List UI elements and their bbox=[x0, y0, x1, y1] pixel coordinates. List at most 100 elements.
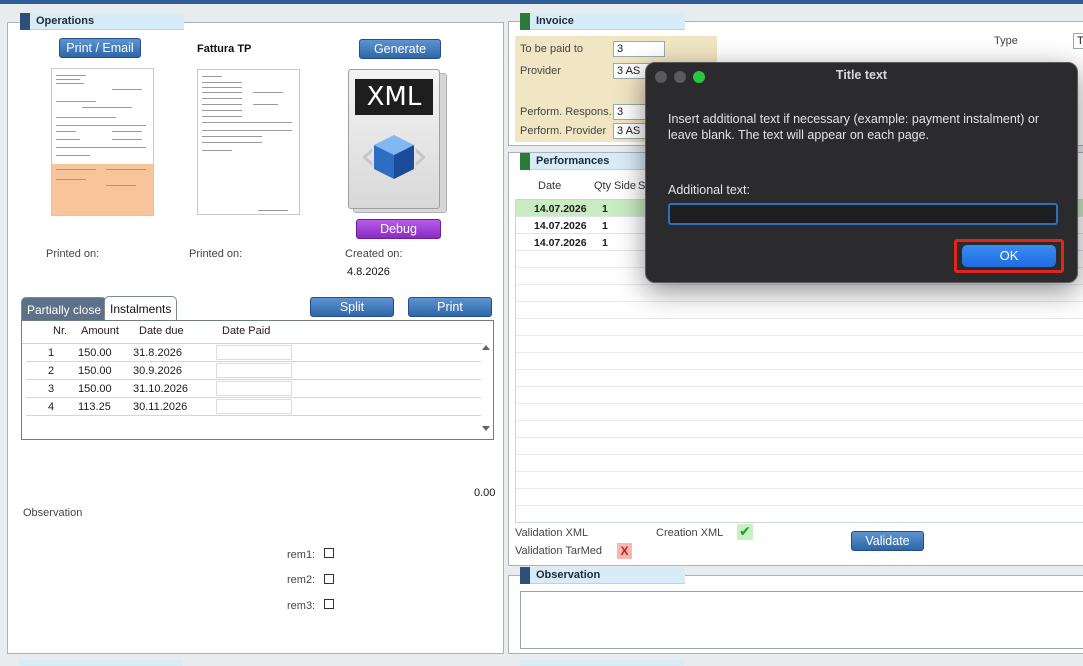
operations-panel: Operations Print / Email Fattura TP Gene… bbox=[7, 13, 504, 654]
to-be-paid-label: To be paid to bbox=[520, 43, 583, 55]
perform-provider-label: Perform. Provider bbox=[520, 125, 607, 137]
col-amount: Amount bbox=[81, 325, 119, 337]
table-header: Nr. Amount Date due Date Paid bbox=[26, 325, 486, 343]
rem2-label: rem2: bbox=[287, 574, 316, 586]
performances-title: Performances bbox=[536, 155, 610, 167]
observation-header: Observation bbox=[520, 567, 685, 584]
right-bottom-section-strip bbox=[520, 660, 684, 666]
col-date-paid: Date Paid bbox=[222, 325, 271, 337]
cell-nr: 4 bbox=[48, 401, 55, 413]
col-date: Date bbox=[538, 180, 562, 192]
col-side: Side bbox=[614, 180, 637, 192]
fattura-preview-thumbnail[interactable] bbox=[197, 69, 300, 215]
col-nr: Nr. bbox=[53, 325, 68, 337]
cell-paid-field[interactable] bbox=[216, 345, 292, 360]
dialog-title: Title text bbox=[835, 68, 888, 82]
table-row[interactable]: 3 150.00 31.10.2026 bbox=[26, 380, 481, 398]
table-scrollbar[interactable] bbox=[481, 343, 491, 433]
cell-paid-field[interactable] bbox=[216, 381, 292, 396]
created-on-label: Created on: bbox=[345, 248, 403, 260]
cell-nr: 2 bbox=[48, 365, 55, 377]
table-row[interactable]: 1 150.00 31.8.2026 bbox=[26, 344, 481, 362]
cell-amount: 150.00 bbox=[78, 383, 112, 395]
xml-cube-icon: ‹ › bbox=[360, 133, 428, 179]
table-body: 1 150.00 31.8.2026 2 150.00 30.9.2026 3 … bbox=[22, 343, 483, 433]
rem3-checkbox[interactable] bbox=[324, 599, 334, 609]
observation-panel: Observation bbox=[508, 567, 1083, 654]
instalments-total: 0.00 bbox=[474, 487, 496, 499]
section-marker bbox=[520, 153, 530, 170]
section-marker bbox=[20, 13, 30, 30]
operations-header: Operations bbox=[20, 13, 184, 30]
printed-on-label-2: Printed on: bbox=[189, 248, 243, 260]
table-row[interactable]: 2 150.00 30.9.2026 bbox=[26, 362, 481, 380]
cell-qty: 1 bbox=[602, 203, 608, 215]
title-text-dialog: Title text Insert additional text if nec… bbox=[645, 62, 1078, 283]
to-be-paid-field[interactable]: 3 bbox=[613, 41, 665, 57]
cell-nr: 1 bbox=[48, 347, 55, 359]
additional-text-input[interactable] bbox=[668, 203, 1058, 225]
rem1-checkbox[interactable] bbox=[324, 548, 334, 558]
dialog-message: Insert additional text if necessary (exa… bbox=[668, 112, 1040, 142]
section-marker bbox=[520, 13, 530, 30]
cell-qty: 1 bbox=[602, 237, 608, 249]
invoice-header: Invoice bbox=[520, 13, 685, 30]
operations-title: Operations bbox=[36, 15, 95, 27]
observation-label: Observation bbox=[23, 507, 83, 519]
observation-textarea[interactable] bbox=[520, 591, 1083, 649]
cell-amount: 113.25 bbox=[78, 401, 111, 413]
left-bottom-section-strip bbox=[19, 660, 183, 666]
cell-qty: 1 bbox=[602, 220, 608, 232]
cell-due: 30.9.2026 bbox=[133, 365, 182, 377]
rem2-checkbox[interactable] bbox=[324, 574, 334, 584]
additional-text-label: Additional text: bbox=[668, 183, 750, 197]
validate-button[interactable]: Validate bbox=[851, 531, 924, 551]
section-marker bbox=[520, 567, 530, 584]
provider-label: Provider bbox=[520, 65, 561, 77]
ok-button[interactable]: OK bbox=[962, 245, 1056, 267]
xml-file-icon[interactable]: XML ‹ › bbox=[348, 69, 448, 215]
created-on-value: 4.8.2026 bbox=[347, 266, 390, 278]
cell-date: 14.07.2026 bbox=[534, 220, 587, 232]
cell-amount: 150.00 bbox=[78, 347, 112, 359]
type-field[interactable]: Ta bbox=[1073, 33, 1083, 49]
invoice-title: Invoice bbox=[536, 15, 574, 27]
print-email-button[interactable]: Print / Email bbox=[59, 38, 141, 58]
cell-nr: 3 bbox=[48, 383, 55, 395]
svg-text:‹: ‹ bbox=[360, 133, 376, 179]
cell-due: 31.8.2026 bbox=[133, 347, 182, 359]
perform-respons-label: Perform. Respons. bbox=[520, 106, 612, 118]
cell-paid-field[interactable] bbox=[216, 399, 292, 414]
cell-due: 31.10.2026 bbox=[133, 383, 189, 395]
cell-due: 30.11.2026 bbox=[133, 401, 188, 413]
xml-banner: XML bbox=[355, 79, 433, 115]
type-label: Type bbox=[994, 35, 1018, 47]
cell-amount: 150.00 bbox=[78, 365, 112, 377]
generate-button[interactable]: Generate bbox=[359, 39, 441, 59]
col-qty: Qty bbox=[594, 180, 612, 192]
scroll-up-icon[interactable] bbox=[482, 345, 490, 350]
instalments-table: Nr. Amount Date due Date Paid 1 150.00 3… bbox=[21, 320, 494, 440]
cell-date: 14.07.2026 bbox=[534, 203, 587, 215]
fattura-label: Fattura TP bbox=[197, 43, 252, 55]
creation-xml-label: Creation XML bbox=[656, 527, 724, 539]
observation-title: Observation bbox=[536, 569, 601, 581]
validation-xml-label: Validation XML bbox=[515, 527, 589, 539]
invoice-preview-thumbnail[interactable] bbox=[51, 68, 154, 216]
debug-button[interactable]: Debug bbox=[356, 219, 441, 239]
cell-date: 14.07.2026 bbox=[534, 237, 587, 249]
validation-tarmed-label: Validation TarMed bbox=[515, 545, 603, 557]
scroll-down-icon[interactable] bbox=[482, 426, 490, 431]
col-date-due: Date due bbox=[139, 325, 184, 337]
rem1-label: rem1: bbox=[287, 549, 316, 561]
tab-instalments[interactable]: Instalments bbox=[104, 296, 178, 322]
split-button[interactable]: Split bbox=[310, 297, 394, 317]
tab-partially-close[interactable]: Partially close bbox=[21, 297, 108, 321]
cell-paid-field[interactable] bbox=[216, 363, 292, 378]
print-button[interactable]: Print bbox=[408, 297, 492, 317]
table-row[interactable]: 4 113.25 30.11.2026 bbox=[26, 398, 481, 416]
top-bar bbox=[0, 0, 1083, 4]
x-mark-icon: X bbox=[617, 543, 632, 559]
svg-text:›: › bbox=[412, 133, 428, 179]
checkmark-icon: ✔ bbox=[737, 524, 753, 540]
